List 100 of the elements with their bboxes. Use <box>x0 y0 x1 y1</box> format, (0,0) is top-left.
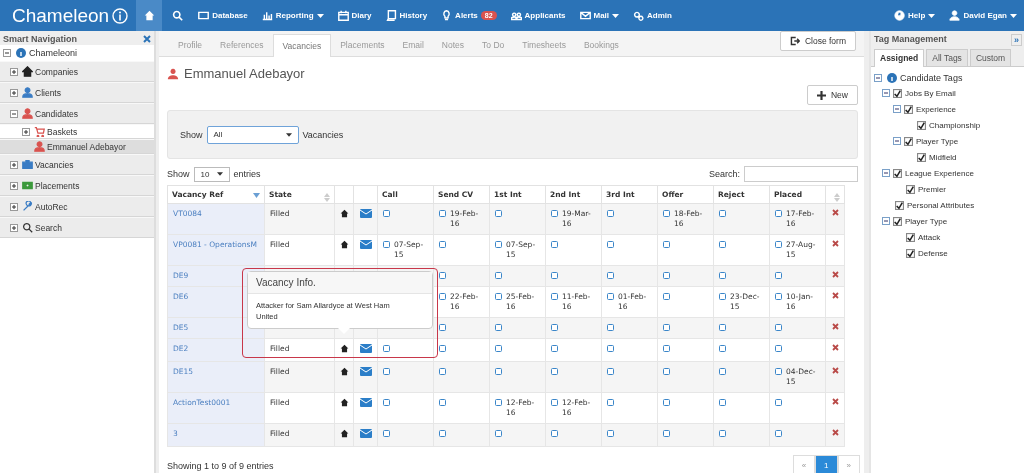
home-icon[interactable] <box>339 209 349 218</box>
close-form-button[interactable]: Close form <box>779 31 856 51</box>
close-icon[interactable] <box>143 35 151 43</box>
stage-checkbox[interactable] <box>495 241 502 248</box>
stage-checkbox[interactable] <box>607 293 614 300</box>
expand-toggle-icon[interactable] <box>10 67 18 76</box>
search-icon[interactable] <box>172 10 184 21</box>
brand-logo[interactable]: Chameleon <box>0 4 137 27</box>
mail-icon[interactable] <box>359 367 372 376</box>
delete-icon[interactable] <box>831 398 839 405</box>
stage-checkbox[interactable] <box>719 272 726 279</box>
stage-checkbox[interactable] <box>719 399 726 406</box>
delete-icon[interactable] <box>831 240 839 247</box>
tag-checkbox[interactable] <box>893 88 902 98</box>
sidebar-item[interactable]: Search <box>0 217 154 238</box>
stage-checkbox[interactable] <box>775 272 782 279</box>
delete-icon[interactable] <box>831 292 839 299</box>
nav-menu-item[interactable]: Admin <box>633 10 672 21</box>
tab[interactable]: To Do <box>473 34 514 56</box>
expand-toggle-icon[interactable] <box>10 202 18 211</box>
stage-checkbox[interactable] <box>495 368 502 375</box>
home-icon[interactable] <box>339 429 349 438</box>
search-field[interactable] <box>744 166 858 182</box>
stage-checkbox[interactable] <box>663 430 670 437</box>
stage-checkbox[interactable] <box>439 272 446 279</box>
stage-checkbox[interactable] <box>663 241 670 248</box>
stage-checkbox[interactable] <box>495 210 502 217</box>
tag-checkbox[interactable] <box>893 168 902 178</box>
mail-icon[interactable] <box>359 344 372 353</box>
stage-checkbox[interactable] <box>383 345 390 352</box>
stage-checkbox[interactable] <box>719 430 726 437</box>
stage-checkbox[interactable] <box>775 210 782 217</box>
collapse-panel-button[interactable]: » <box>1011 34 1022 46</box>
delete-icon[interactable] <box>831 367 839 374</box>
delete-icon[interactable] <box>831 323 839 330</box>
nav-menu-item[interactable]: Database <box>198 10 248 21</box>
tab[interactable]: Custom <box>969 49 1012 66</box>
stage-checkbox[interactable] <box>775 241 782 248</box>
stage-checkbox[interactable] <box>495 293 502 300</box>
stage-checkbox[interactable] <box>439 368 446 375</box>
pagination-button[interactable]: » <box>837 455 860 473</box>
tab[interactable]: All Tags <box>926 49 968 66</box>
stage-checkbox[interactable] <box>495 399 502 406</box>
stage-checkbox[interactable] <box>607 430 614 437</box>
tag-checkbox[interactable] <box>904 104 913 114</box>
tab[interactable]: Email <box>393 34 433 56</box>
stage-checkbox[interactable] <box>439 345 446 352</box>
tab[interactable]: Notes <box>432 34 474 56</box>
stage-checkbox[interactable] <box>775 293 782 300</box>
nav-menu-item[interactable]: Diary <box>337 10 372 21</box>
stage-checkbox[interactable] <box>551 368 558 375</box>
stage-checkbox[interactable] <box>607 210 614 217</box>
stage-checkbox[interactable] <box>607 399 614 406</box>
nav-menu-item[interactable]: History <box>385 10 428 21</box>
home-icon[interactable] <box>339 344 349 353</box>
mail-icon[interactable] <box>359 209 372 218</box>
sidebar-item[interactable]: Baskets <box>0 124 154 139</box>
tag-checkbox[interactable] <box>917 120 926 130</box>
stage-checkbox[interactable] <box>607 368 614 375</box>
home-icon[interactable] <box>339 367 349 376</box>
home-icon[interactable] <box>339 398 349 407</box>
stage-checkbox[interactable] <box>719 345 726 352</box>
tab[interactable]: Timesheets <box>513 34 575 56</box>
mail-icon[interactable] <box>359 429 372 438</box>
sidebar-item[interactable]: Placements <box>0 175 154 196</box>
collapse-toggle-icon[interactable] <box>3 49 11 57</box>
tab[interactable]: Profile <box>169 34 212 56</box>
stage-checkbox[interactable] <box>775 345 782 352</box>
stage-checkbox[interactable] <box>495 272 502 279</box>
tab[interactable]: Assigned <box>874 49 925 67</box>
sidebar-item[interactable]: Companies <box>0 61 154 82</box>
sidebar-item[interactable]: Candidates <box>0 103 154 124</box>
home-icon[interactable] <box>339 240 349 249</box>
expand-toggle-icon[interactable] <box>10 109 18 118</box>
stage-checkbox[interactable] <box>775 430 782 437</box>
collapse-toggle-icon[interactable] <box>893 105 901 113</box>
stage-checkbox[interactable] <box>383 210 390 217</box>
collapse-toggle-icon[interactable] <box>882 217 890 225</box>
nav-menu-item[interactable]: David Egan <box>949 10 1017 21</box>
tree-label[interactable]: Chameleoni <box>29 48 78 58</box>
stage-checkbox[interactable] <box>775 368 782 375</box>
mail-icon[interactable] <box>359 398 372 407</box>
tag-checkbox[interactable] <box>895 200 904 210</box>
stage-checkbox[interactable] <box>663 324 670 331</box>
stage-checkbox[interactable] <box>663 368 670 375</box>
stage-checkbox[interactable] <box>775 324 782 331</box>
sidebar-item[interactable]: Vacancies <box>0 154 154 175</box>
stage-checkbox[interactable] <box>439 324 446 331</box>
vacancy-filter-dropdown[interactable]: All <box>206 125 299 144</box>
collapse-toggle-icon[interactable] <box>882 169 890 177</box>
stage-checkbox[interactable] <box>495 430 502 437</box>
tag-checkbox[interactable] <box>906 232 915 242</box>
stage-checkbox[interactable] <box>551 399 558 406</box>
tag-checkbox[interactable] <box>917 152 926 162</box>
nav-menu-item[interactable]: Reporting <box>261 10 324 21</box>
expand-toggle-icon[interactable] <box>22 127 30 136</box>
stage-checkbox[interactable] <box>383 399 390 406</box>
stage-checkbox[interactable] <box>663 210 670 217</box>
collapse-toggle-icon[interactable] <box>893 137 901 145</box>
stage-checkbox[interactable] <box>551 324 558 331</box>
